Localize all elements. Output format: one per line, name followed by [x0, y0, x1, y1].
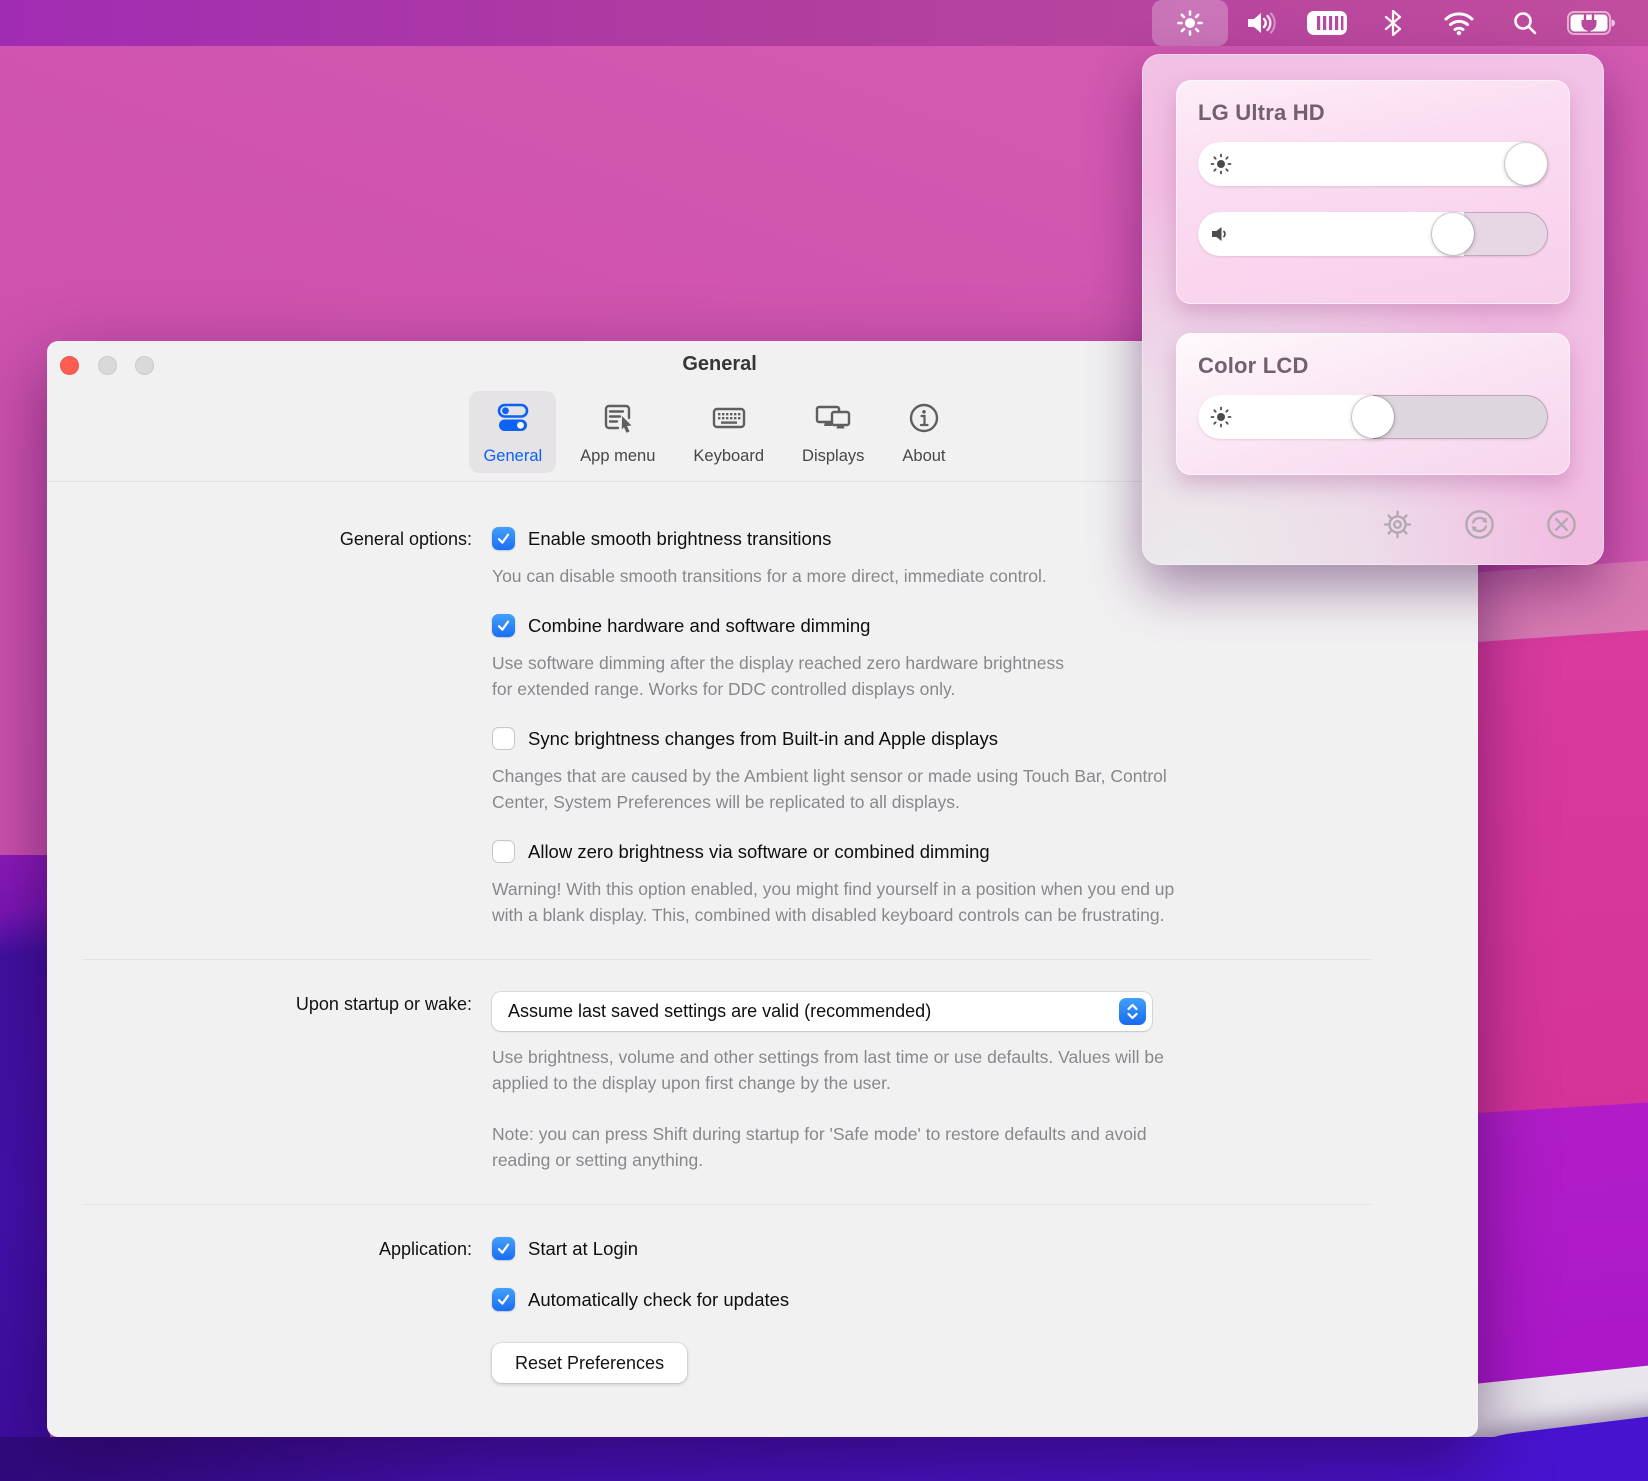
popover-actions [1142, 506, 1604, 543]
section-label: Application: [47, 1237, 492, 1383]
slider-knob[interactable] [1432, 213, 1474, 255]
menubar-keyboard-backlight-item[interactable] [1294, 0, 1360, 46]
display-card-color-lcd: Color LCD [1176, 333, 1570, 475]
checkbox-checked[interactable] [492, 1288, 515, 1311]
checkbox-row-combine-dimming[interactable]: Combine hardware and software dimming [492, 614, 1478, 637]
checkbox-label: Sync brightness changes from Built-in an… [528, 728, 998, 750]
checkbox-label: Combine hardware and software dimming [528, 615, 870, 637]
checkbox-unchecked[interactable] [492, 727, 515, 750]
refresh-icon[interactable] [1461, 506, 1498, 543]
tab-displays[interactable]: Displays [788, 391, 878, 473]
volume-icon [1246, 10, 1276, 36]
tab-label: Keyboard [693, 447, 764, 466]
checkbox-label: Allow zero brightness via software or co… [528, 841, 990, 863]
slider-fill [1198, 142, 1548, 186]
volume-slider[interactable] [1198, 212, 1548, 256]
menu-bar [0, 0, 1648, 46]
tab-label: App menu [580, 447, 655, 466]
document-cursor-icon [598, 398, 638, 443]
menubar-wifi-item[interactable] [1426, 0, 1492, 46]
search-icon [1512, 10, 1538, 36]
section-label: Upon startup or wake: [47, 992, 492, 1198]
menubar-brightness-item[interactable] [1152, 0, 1228, 46]
tab-label: About [902, 447, 945, 466]
toggles-icon [493, 398, 533, 443]
startup-behavior-select[interactable]: Assume last saved settings are valid (re… [492, 992, 1152, 1031]
settings-content: General options: Enable smooth brightnes… [47, 483, 1478, 1437]
brightness-slider[interactable] [1198, 142, 1548, 186]
option-description: Changes that are caused by the Ambient l… [492, 763, 1478, 815]
tab-keyboard[interactable]: Keyboard [679, 391, 778, 473]
slider-fill [1198, 212, 1464, 256]
menubar-volume-item[interactable] [1228, 0, 1294, 46]
displays-popover: LG Ultra HD [1142, 54, 1604, 565]
checkbox-checked[interactable] [492, 527, 515, 550]
checkbox-row-auto-updates[interactable]: Automatically check for updates [492, 1288, 1478, 1311]
sun-icon [1210, 406, 1232, 433]
tab-general[interactable]: General [469, 391, 556, 473]
checkbox-row-start-at-login[interactable]: Start at Login [492, 1237, 1478, 1260]
checkbox-checked[interactable] [492, 614, 515, 637]
info-circle-icon [904, 398, 944, 443]
tab-app-menu[interactable]: App menu [566, 391, 669, 473]
bluetooth-icon [1383, 9, 1403, 37]
option-description: You can disable smooth transitions for a… [492, 563, 1478, 589]
sun-icon [1210, 153, 1232, 180]
menubar-bluetooth-item[interactable] [1360, 0, 1426, 46]
option-description: Warning! With this option enabled, you m… [492, 876, 1478, 928]
checkbox-label: Enable smooth brightness transitions [528, 528, 831, 550]
section-divider [83, 959, 1371, 960]
speaker-icon [1210, 223, 1232, 250]
section-label: General options: [47, 527, 492, 953]
checkbox-checked[interactable] [492, 1237, 515, 1260]
slider-knob[interactable] [1505, 143, 1547, 185]
tab-about[interactable]: About [888, 391, 959, 473]
display-name: Color LCD [1198, 353, 1548, 379]
brightness-icon [1176, 9, 1204, 37]
checkbox-unchecked[interactable] [492, 840, 515, 863]
wifi-icon [1443, 10, 1475, 36]
battery-charging-icon [1566, 9, 1616, 37]
option-description: Use software dimming after the display r… [492, 650, 1478, 702]
chevron-up-down-icon [1119, 998, 1146, 1025]
checkbox-label: Automatically check for updates [528, 1289, 789, 1311]
close-circle-icon[interactable] [1543, 506, 1580, 543]
checkbox-row-zero-brightness[interactable]: Allow zero brightness via software or co… [492, 840, 1478, 863]
keyboard-icon [709, 398, 749, 443]
wallpaper-left-swirl [0, 855, 50, 1481]
tab-label: General [483, 447, 542, 466]
startup-note: Note: you can press Shift during startup… [492, 1121, 1478, 1173]
display-card-lg-ultra-hd: LG Ultra HD [1176, 80, 1570, 304]
keyboard-backlight-icon [1305, 9, 1349, 37]
menubar-search-item[interactable] [1492, 0, 1558, 46]
wallpaper-bottom-strip [0, 1437, 1648, 1481]
checkbox-label: Start at Login [528, 1238, 638, 1260]
brightness-slider[interactable] [1198, 395, 1548, 439]
select-value: Assume last saved settings are valid (re… [508, 1001, 931, 1022]
reset-preferences-button[interactable]: Reset Preferences [492, 1343, 687, 1383]
startup-description: Use brightness, volume and other setting… [492, 1044, 1478, 1096]
gear-icon[interactable] [1379, 506, 1416, 543]
checkbox-row-sync-brightness[interactable]: Sync brightness changes from Built-in an… [492, 727, 1478, 750]
menubar-battery-item[interactable] [1558, 0, 1624, 46]
tab-label: Displays [802, 447, 864, 466]
displays-icon [813, 398, 853, 443]
slider-knob[interactable] [1352, 396, 1394, 438]
display-name: LG Ultra HD [1198, 100, 1548, 126]
section-divider [83, 1204, 1371, 1205]
